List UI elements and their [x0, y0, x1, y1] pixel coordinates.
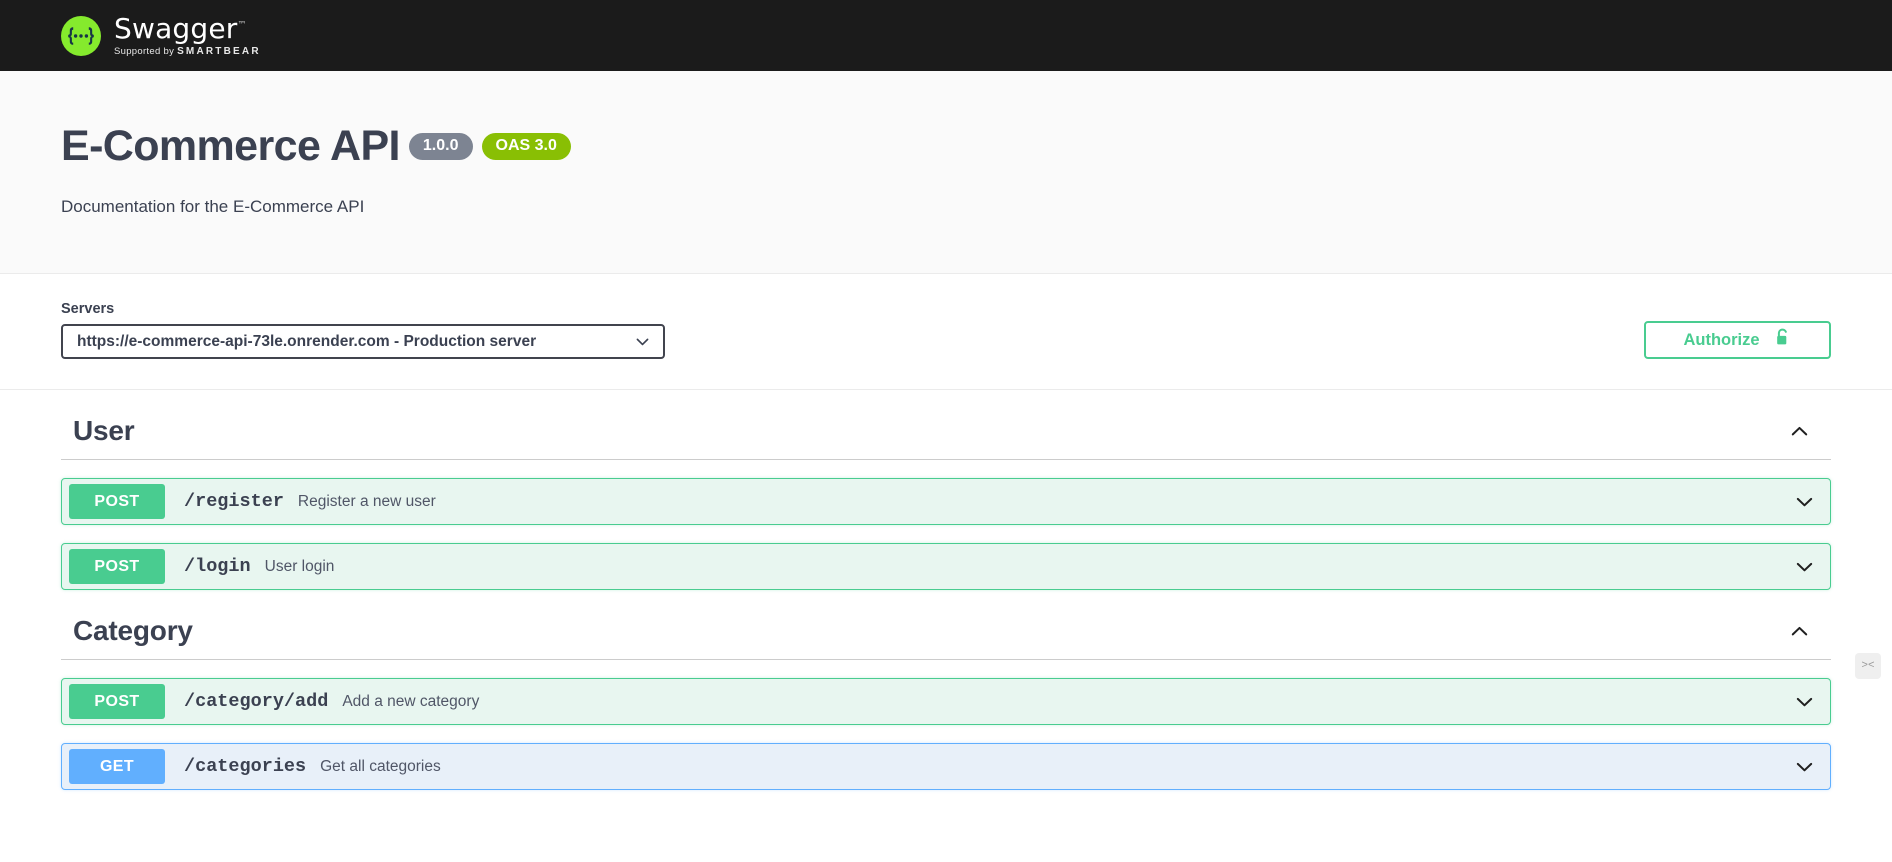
- tag-section-category: Category POST /category/add Add a new ca…: [61, 590, 1831, 790]
- chevron-down-icon: [634, 333, 651, 350]
- operation-path: /category/add: [184, 691, 329, 712]
- chevron-down-icon[interactable]: [1793, 555, 1816, 578]
- api-info-block: E-Commerce API 1.0.0 OAS 3.0 Documentati…: [0, 71, 1892, 274]
- chevron-up-icon[interactable]: [1788, 420, 1811, 443]
- servers-group: Servers https://e-commerce-api-73le.onre…: [61, 301, 665, 359]
- tag-name-user: User: [73, 415, 135, 446]
- api-description: Documentation for the E-Commerce API: [61, 197, 365, 216]
- authorize-button-label: Authorize: [1683, 330, 1760, 349]
- title-row: E-Commerce API 1.0.0 OAS 3.0: [61, 122, 1831, 171]
- server-select-value: https://e-commerce-api-73le.onrender.com…: [77, 332, 537, 350]
- operations-wrap: User POST /register Register a new user …: [0, 390, 1892, 790]
- operation-summary: Get all categories: [320, 757, 441, 775]
- operation-post-category-add[interactable]: POST /category/add Add a new category: [61, 678, 1831, 725]
- tag-header-category[interactable]: Category: [61, 590, 1831, 660]
- swagger-braces-logo-icon: [61, 15, 101, 56]
- method-badge: POST: [69, 549, 165, 584]
- chevron-down-icon[interactable]: [1793, 690, 1816, 713]
- method-badge: GET: [69, 749, 165, 784]
- operation-summary: Add a new category: [342, 692, 480, 710]
- supported-by-text: Supported by: [114, 45, 178, 57]
- method-badge: POST: [69, 484, 165, 519]
- chevron-down-icon[interactable]: [1793, 490, 1816, 513]
- operation-summary: User login: [264, 557, 335, 575]
- smartbear-brand: SMARTBEAR: [177, 45, 261, 57]
- operation-path: /categories: [184, 756, 307, 777]
- tag-header-user[interactable]: User: [61, 390, 1831, 460]
- scheme-block: Servers https://e-commerce-api-73le.onre…: [0, 274, 1892, 390]
- trademark-symbol: ™: [237, 20, 247, 31]
- tag-section-user: User POST /register Register a new user …: [61, 390, 1831, 590]
- brand-name: Swagger: [114, 11, 238, 45]
- swagger-wordmark: Swagger™ Supported by SMARTBEAR: [114, 11, 261, 57]
- page-title: E-Commerce API: [61, 122, 401, 170]
- unlock-icon: [1773, 327, 1792, 353]
- method-badge: POST: [69, 684, 165, 719]
- collapse-handle-icon[interactable]: ><: [1855, 653, 1881, 679]
- authorize-button[interactable]: Authorize: [1644, 321, 1831, 359]
- version-badge: 1.0.0: [408, 133, 473, 160]
- server-select[interactable]: https://e-commerce-api-73le.onrender.com…: [61, 324, 665, 359]
- operation-path: /register: [184, 491, 284, 512]
- chevron-down-icon[interactable]: [1793, 755, 1816, 778]
- oas-version-badge: OAS 3.0: [481, 133, 571, 160]
- operation-path: /login: [184, 556, 251, 577]
- tag-name-category: Category: [73, 615, 193, 646]
- servers-label: Servers: [61, 301, 115, 317]
- operation-post-login[interactable]: POST /login User login: [61, 543, 1831, 590]
- operation-get-categories[interactable]: GET /categories Get all categories: [61, 743, 1831, 790]
- swagger-logo[interactable]: Swagger™ Supported by SMARTBEAR: [61, 11, 261, 57]
- chevron-up-icon[interactable]: [1788, 620, 1811, 643]
- topbar: Swagger™ Supported by SMARTBEAR: [0, 0, 1892, 71]
- collapse-handle-label: ><: [1861, 660, 1875, 672]
- operation-summary: Register a new user: [297, 492, 436, 510]
- operation-post-register[interactable]: POST /register Register a new user: [61, 478, 1831, 525]
